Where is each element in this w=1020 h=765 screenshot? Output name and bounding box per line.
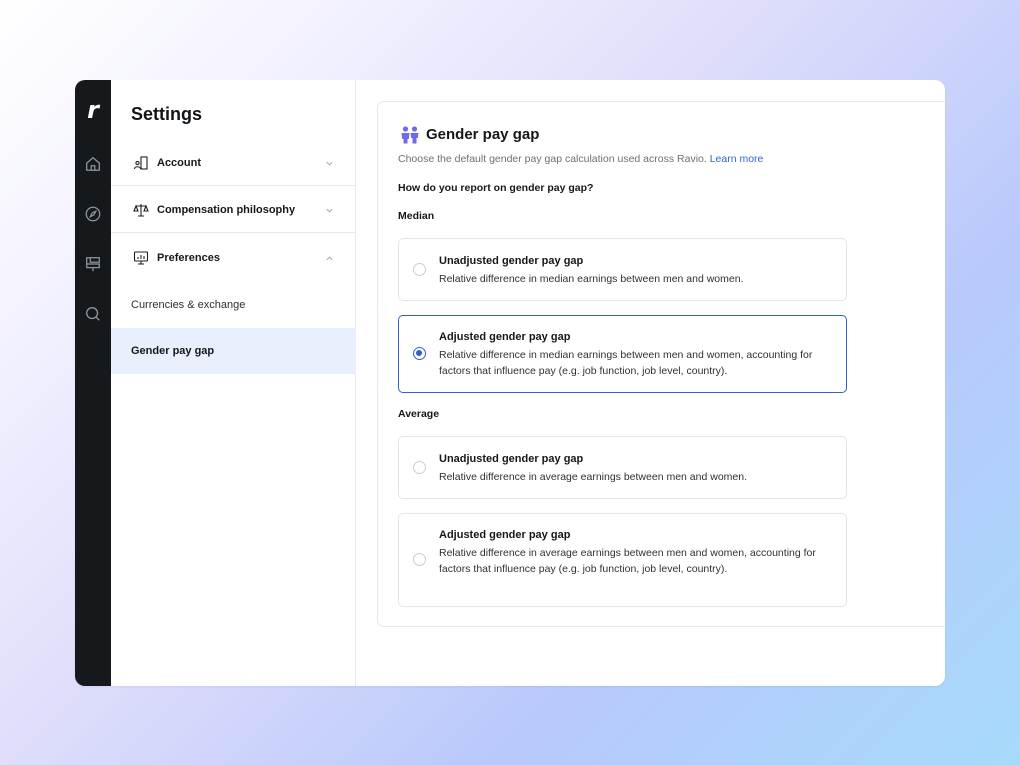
sidebar-section-label: Account <box>157 156 201 169</box>
option-description: Relative difference in median earnings b… <box>439 349 813 377</box>
option-description: Relative difference in median earnings b… <box>439 273 744 285</box>
radio-button[interactable] <box>413 263 426 276</box>
group-label-median: Median <box>398 210 435 222</box>
scale-icon <box>133 202 149 218</box>
sidebar-section-account[interactable]: Account <box>111 140 356 186</box>
question-heading: How do you report on gender pay gap? <box>398 182 594 194</box>
sidebar-section-compensation-philosophy[interactable]: Compensation philosophy <box>111 187 356 233</box>
option-description: Relative difference in average earnings … <box>439 547 816 575</box>
option-median-adjusted[interactable]: Adjusted gender pay gap Relative differe… <box>398 315 847 393</box>
app-window: r Settings Account Compensation philosop… <box>75 80 945 686</box>
chevron-down-icon <box>326 161 333 166</box>
page-description: Choose the default gender pay gap calcul… <box>398 153 763 165</box>
icon-rail: r <box>75 80 111 686</box>
page-title: Gender pay gap <box>426 126 540 143</box>
compass-icon[interactable] <box>83 204 103 224</box>
sidebar-item-currencies-exchange[interactable]: Currencies & exchange <box>111 282 356 328</box>
description-text: Choose the default gender pay gap calcul… <box>398 153 707 165</box>
option-median-unadjusted[interactable]: Unadjusted gender pay gap Relative diffe… <box>398 238 847 301</box>
gender-pay-gap-card: Gender pay gap Choose the default gender… <box>377 101 945 627</box>
option-title: Unadjusted gender pay gap <box>439 453 584 465</box>
ravio-logo[interactable]: r <box>87 96 99 124</box>
search-icon[interactable] <box>83 304 103 324</box>
people-icon <box>401 126 419 144</box>
radio-button-selected[interactable] <box>413 347 426 360</box>
home-icon[interactable] <box>83 154 103 174</box>
option-average-adjusted[interactable]: Adjusted gender pay gap Relative differe… <box>398 513 847 607</box>
sidebar-item-gender-pay-gap[interactable]: Gender pay gap <box>111 328 356 374</box>
building-user-icon <box>133 155 149 171</box>
option-title: Unadjusted gender pay gap <box>439 255 584 267</box>
sidebar-section-label: Compensation philosophy <box>157 203 296 216</box>
option-title: Adjusted gender pay gap <box>439 331 571 343</box>
radio-button[interactable] <box>413 461 426 474</box>
layout-icon[interactable] <box>83 254 103 274</box>
radio-button[interactable] <box>413 553 426 566</box>
sidebar-section-label: Preferences <box>157 252 220 264</box>
sidebar-title: Settings <box>131 104 203 124</box>
option-average-unadjusted[interactable]: Unadjusted gender pay gap Relative diffe… <box>398 436 847 499</box>
monitor-chart-icon <box>133 250 149 266</box>
option-title: Adjusted gender pay gap <box>439 529 571 541</box>
group-label-average: Average <box>398 408 440 420</box>
chevron-down-icon <box>326 208 333 213</box>
chevron-up-icon <box>326 256 333 261</box>
main-content: Gender pay gap Choose the default gender… <box>356 80 945 686</box>
sidebar-section-preferences[interactable]: Preferences <box>111 235 356 281</box>
learn-more-link[interactable]: Learn more <box>710 153 764 165</box>
settings-sidebar: Settings Account Compensation philosophy… <box>111 80 356 686</box>
option-description: Relative difference in average earnings … <box>439 471 747 483</box>
